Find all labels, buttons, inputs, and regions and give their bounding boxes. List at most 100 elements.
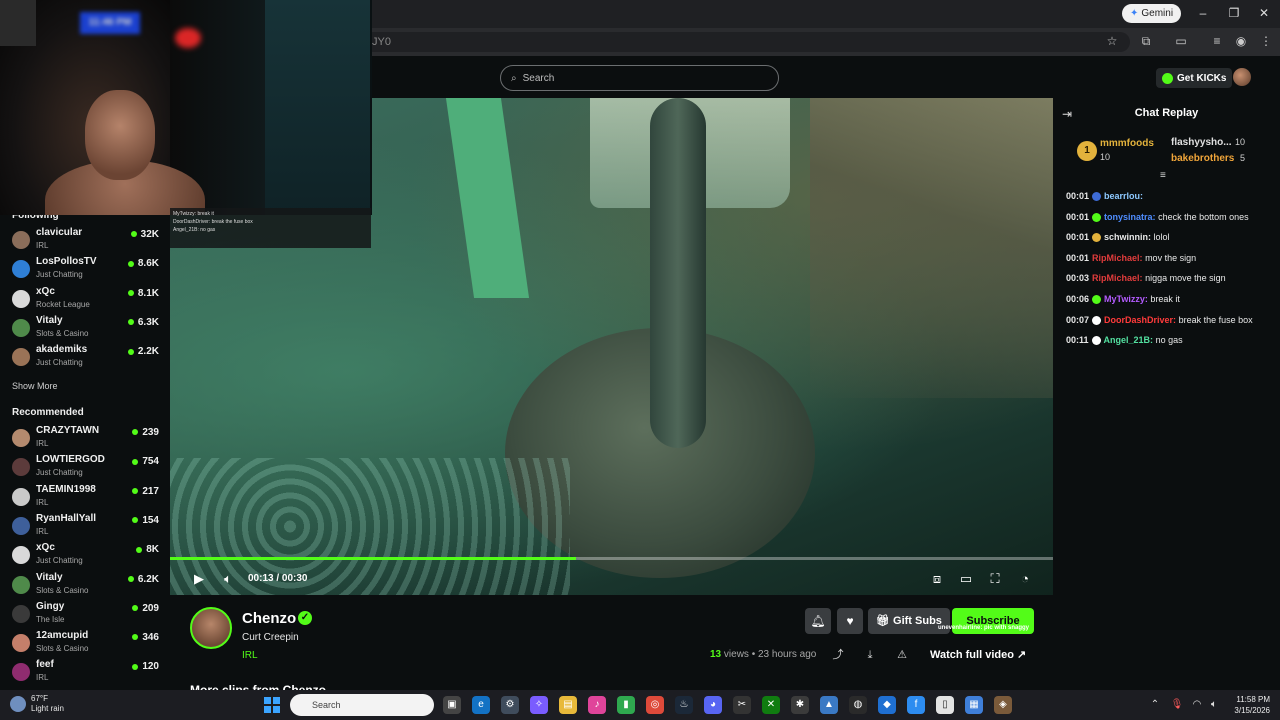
capcut-icon[interactable]: ✂ (733, 696, 751, 714)
expand-leaderboard-icon[interactable]: ≡ (1160, 170, 1166, 181)
weather-widget[interactable]: 67°F Light rain (10, 694, 64, 714)
sidebar-channel-taemin1998[interactable]: TAEMIN1998 IRL 217 (12, 484, 162, 512)
kicks-coin-icon (1162, 72, 1173, 84)
notepad-icon[interactable]: ▯ (936, 696, 954, 714)
discord-icon[interactable]: ◕ (704, 696, 722, 714)
share-icon[interactable]: ⤴ (830, 647, 846, 663)
app-window-icon[interactable]: ▦ (965, 696, 983, 714)
notification-bell-icon[interactable]: 🔔︎ (805, 608, 831, 634)
sidebar-channel-xqc[interactable]: xQc Rocket League 8.1K (12, 286, 162, 314)
chat-username[interactable]: MyTwizzy: (1104, 294, 1148, 304)
system-clock[interactable]: 11:58 PM 3/15/2026 (1226, 694, 1270, 716)
media-control-icon[interactable]: ≡ (1209, 33, 1225, 49)
sidebar-channel-crazytawn[interactable]: CRAZYTAWN IRL 239 (12, 425, 162, 453)
chat-username[interactable]: DoorDashDriver: (1104, 315, 1176, 325)
webcam-doorway (265, 0, 370, 215)
chat-username[interactable]: Angel_21B: (1104, 335, 1154, 345)
channel-avatar (12, 634, 30, 653)
download-icon[interactable]: ⤓ (862, 647, 878, 663)
gemini-button[interactable]: ✦ Gemini (1122, 4, 1182, 23)
report-icon[interactable]: ⚠ (894, 647, 910, 663)
bookmark-star-icon[interactable]: ☆ (1104, 33, 1120, 49)
play-icon[interactable]: ▶ (190, 570, 208, 588)
photos-icon[interactable]: ▲ (820, 696, 838, 714)
user-avatar[interactable] (1233, 68, 1251, 86)
chat-username[interactable]: bearrlou: (1104, 191, 1143, 201)
menu-kebab-icon[interactable]: ⋮ (1258, 33, 1274, 49)
app-green-icon[interactable]: ▮ (617, 696, 635, 714)
cast-icon[interactable]: ▭ (1173, 33, 1189, 49)
xbox-icon[interactable]: ✕ (762, 696, 780, 714)
chat-badge-icon (1092, 233, 1102, 243)
chat-message: 00:11 Angel_21B: no gas (1066, 335, 1276, 346)
speaker-icon[interactable]: 🔈︎ (1207, 698, 1221, 712)
clip-info: Chenzo ✓ Curt Creepin IRL 🔔︎ ♥ 🎁︎ Gift S… (170, 595, 1053, 697)
app-game-icon[interactable]: ◈ (994, 696, 1012, 714)
sidebar-viewer-count: 217 (132, 486, 159, 497)
watch-full-video-button[interactable]: Watch full video ↗ (922, 643, 1034, 667)
webcam-overlay: 11:46 PM (0, 0, 372, 215)
app-gear-icon[interactable]: ✱ (791, 696, 809, 714)
clip-category[interactable]: IRL (242, 650, 258, 661)
taskbar-search[interactable]: Search (290, 694, 434, 716)
progress-bar[interactable] (170, 557, 1053, 560)
sidebar-channel-clavicular[interactable]: clavicular IRL 32K (12, 227, 162, 255)
app-f-icon[interactable]: f (907, 696, 925, 714)
sidebar-channel-category: Slots & Casino (36, 328, 89, 338)
sidebar-channel-ryanhallyall[interactable]: RyanHallYall IRL 154 (12, 513, 162, 541)
volume-icon[interactable]: 🔈︎ (219, 570, 237, 588)
music-icon[interactable]: ♪ (588, 696, 606, 714)
microphone-icon[interactable]: 🎙︎ (1170, 698, 1184, 712)
show-more-link[interactable]: Show More (12, 381, 58, 391)
chat-username[interactable]: schwinnin: (1104, 232, 1151, 242)
channel-avatar[interactable] (190, 607, 232, 649)
views-label: views (723, 649, 749, 660)
channel-name[interactable]: Chenzo (242, 610, 296, 627)
chat-message: 00:01 RipMichael: mov the sign (1066, 253, 1276, 263)
extensions-icon[interactable]: ⧉ (1138, 33, 1154, 49)
sidebar-channel-lowtiergod[interactable]: LOWTIERGOD Just Chatting 754 (12, 454, 162, 482)
copilot-icon[interactable]: ✧ (530, 696, 548, 714)
wifi-icon[interactable]: ◠ (1190, 698, 1204, 712)
get-kicks-button[interactable]: Get KICKs (1156, 68, 1233, 88)
minimize-icon[interactable]: – (1192, 3, 1214, 23)
file-explorer-icon[interactable]: ▤ (559, 696, 577, 714)
search-input[interactable]: ⌕ Search (500, 65, 779, 91)
miniplayer-icon[interactable]: ⧈ (928, 570, 946, 588)
playback-speed-icon[interactable]: ◔ (1016, 570, 1034, 588)
close-icon[interactable]: ✕ (1253, 3, 1275, 23)
weather-rain-icon (10, 696, 26, 712)
task-view-icon[interactable]: ▣ (443, 696, 461, 714)
settings-icon[interactable]: ⚙ (501, 696, 519, 714)
sidebar-channel-12amcupid[interactable]: 12amcupid Slots & Casino 346 (12, 630, 162, 658)
sidebar-channel-feef[interactable]: feef IRL 120 (12, 659, 162, 687)
chat-username[interactable]: RipMichael: (1092, 273, 1143, 283)
sidebar-channel-lospollostv[interactable]: LosPollosTV Just Chatting 8.6K (12, 256, 162, 284)
tray-overflow-icon[interactable]: ⌃ (1148, 698, 1162, 712)
app-blue-icon[interactable]: ◆ (878, 696, 896, 714)
follow-heart-icon[interactable]: ♥ (837, 608, 863, 634)
chat-username[interactable]: RipMichael: (1092, 253, 1143, 263)
steam-icon[interactable]: ♨ (675, 696, 693, 714)
sidebar-channel-akademiks[interactable]: akademiks Just Chatting 2.2K (12, 344, 162, 372)
sidebar-viewer-count: 8.6K (128, 258, 159, 269)
theater-mode-icon[interactable]: ▭ (957, 570, 975, 588)
windows-start-icon[interactable] (264, 697, 280, 713)
sidebar-channel-vitaly[interactable]: Vitaly Slots & Casino 6.2K (12, 572, 162, 600)
address-bar[interactable]: JY0 (360, 32, 1130, 52)
profile-icon[interactable]: ◉ (1233, 33, 1249, 49)
maximize-icon[interactable]: ❐ (1223, 3, 1245, 23)
sidebar-channel-xqc[interactable]: xQc Just Chatting 8K (12, 542, 162, 570)
sidebar-viewer-count: 6.3K (128, 317, 159, 328)
obs-icon[interactable]: ◍ (849, 696, 867, 714)
chat-username[interactable]: tonysinatra: (1104, 212, 1156, 222)
channel-avatar (12, 231, 30, 249)
sidebar-channel-vitaly[interactable]: Vitaly Slots & Casino 6.3K (12, 315, 162, 343)
chrome-icon[interactable]: ◎ (646, 696, 664, 714)
leaderboard-name-3[interactable]: bakebrothers (1171, 153, 1234, 164)
fullscreen-icon[interactable]: ⛶ (986, 570, 1004, 588)
leaderboard-name-2[interactable]: flashyysho... (1171, 137, 1232, 148)
leaderboard-name-1[interactable]: mmmfoods (1100, 138, 1154, 149)
sidebar-channel-gingy[interactable]: Gingy The Isle 209 (12, 601, 162, 629)
edge-icon[interactable]: e (472, 696, 490, 714)
